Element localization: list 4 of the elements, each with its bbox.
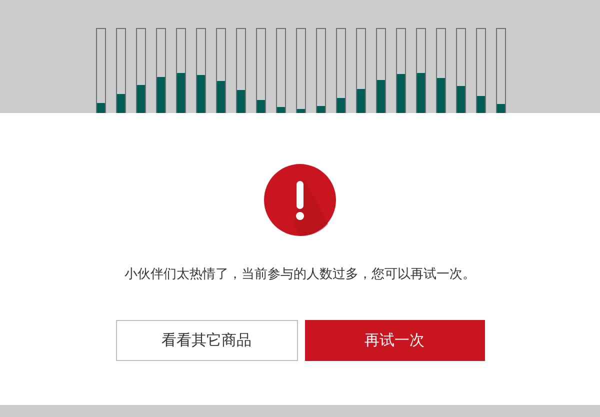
browse-button[interactable]: 看看其它商品 bbox=[116, 320, 298, 361]
retry-button[interactable]: 再试一次 bbox=[304, 320, 484, 361]
exclamation-icon bbox=[264, 164, 336, 236]
error-message: 小伙伴们太热情了，当前参与的人数过多，您可以再试一次。 bbox=[124, 266, 476, 284]
